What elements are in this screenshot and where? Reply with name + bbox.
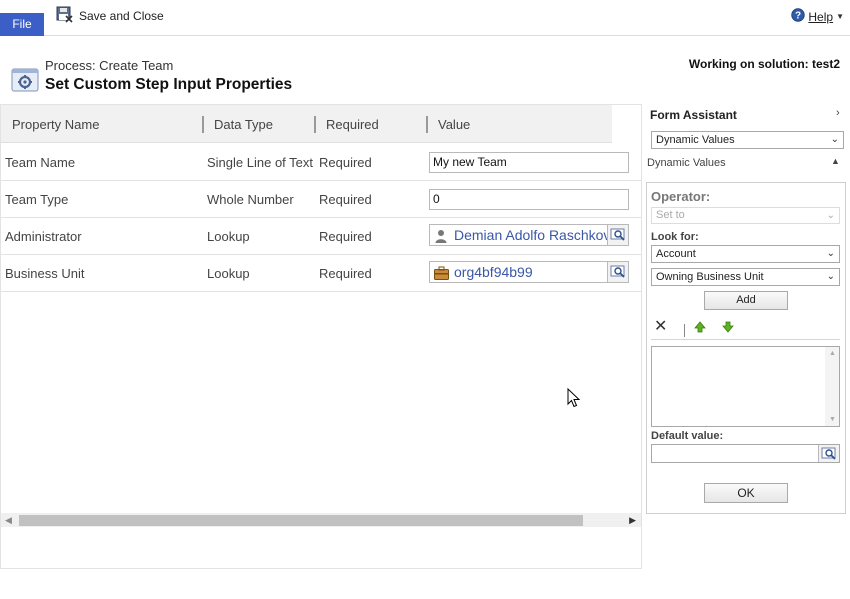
look-for-label: Look for: (651, 231, 699, 243)
form-assistant-select-value: Dynamic Values (656, 134, 735, 146)
column-header-required[interactable]: Required (326, 105, 379, 143)
scroll-down-icon[interactable]: ▼ (829, 416, 836, 423)
lookup-search-icon[interactable] (607, 262, 628, 282)
form-assistant-title: Form Assistant (650, 108, 737, 122)
attribute-select[interactable]: Owning Business Unit ⌄ (651, 268, 840, 286)
chevron-down-icon: ⌄ (830, 134, 839, 145)
table-row: Team Type Whole Number Required 0 (1, 181, 641, 218)
column-header-value[interactable]: Value (438, 105, 470, 143)
form-assistant-select[interactable]: Dynamic Values ⌄ (651, 131, 844, 149)
process-name: Process: Create Team (45, 58, 174, 73)
chevron-right-icon[interactable]: › (836, 107, 840, 119)
operator-select: Set to ⌄ (651, 207, 840, 224)
save-and-close-button[interactable]: Save and Close (56, 6, 164, 26)
help-label: Help (808, 9, 834, 24)
svg-text:?: ? (795, 11, 801, 22)
operator-select-value: Set to (656, 209, 685, 221)
scroll-right-icon[interactable]: ▶ (629, 515, 636, 526)
properties-grid: Property Name Data Type Required Value T… (0, 104, 642, 569)
vertical-scrollbar[interactable]: ▲ ▼ (825, 347, 839, 426)
business-unit-icon (434, 266, 449, 280)
column-divider[interactable] (426, 116, 428, 133)
add-button[interactable]: Add (704, 291, 788, 310)
horizontal-scrollbar[interactable]: ◀ ▶ (1, 513, 641, 527)
chevron-down-icon: ▼ (836, 12, 844, 21)
scroll-up-icon[interactable]: ▲ (829, 350, 836, 357)
look-for-select-value: Account (656, 248, 696, 260)
page-title: Set Custom Step Input Properties (45, 76, 293, 93)
toolbar-divider (684, 324, 685, 337)
mouse-cursor-icon (567, 387, 581, 411)
table-row: Team Name Single Line of Text Required M… (1, 144, 641, 181)
attribute-select-value: Owning Business Unit (656, 271, 764, 283)
required-cell: Required (319, 155, 372, 170)
save-close-label: Save and Close (79, 9, 164, 23)
data-type-cell: Lookup (207, 266, 250, 281)
save-close-icon (56, 6, 73, 26)
collapse-icon[interactable]: ▲ (831, 156, 840, 166)
lookup-search-icon[interactable] (607, 225, 628, 245)
default-value-input[interactable] (651, 444, 840, 463)
column-divider[interactable] (202, 116, 204, 133)
operator-label: Operator: (651, 189, 711, 204)
default-value-label: Default value: (651, 430, 724, 442)
delete-icon[interactable]: ✕ (654, 319, 667, 335)
help-icon: ? (791, 8, 806, 25)
property-name-cell: Business Unit (5, 266, 85, 281)
data-type-cell: Single Line of Text (207, 155, 313, 170)
dynamic-values-listbox[interactable]: ▲ ▼ (651, 346, 840, 427)
dynamic-values-section-label: Dynamic Values (647, 157, 726, 169)
scrollbar-thumb[interactable] (19, 515, 583, 526)
property-name-cell: Team Name (5, 155, 76, 170)
business-unit-lookup[interactable]: org4bf94b99 (429, 261, 629, 283)
required-cell: Required (319, 192, 372, 207)
team-type-input[interactable]: 0 (429, 189, 629, 210)
team-name-input[interactable]: My new Team (429, 152, 629, 173)
data-type-cell: Whole Number (207, 192, 294, 207)
lookup-search-icon[interactable] (818, 445, 839, 462)
table-row: Business Unit Lookup Required org4bf94b9… (1, 255, 641, 292)
grid-header: Property Name Data Type Required Value (1, 105, 612, 143)
move-down-icon[interactable] (722, 321, 734, 336)
scroll-left-icon[interactable]: ◀ (5, 515, 12, 526)
required-cell: Required (319, 266, 372, 281)
ribbon: File Save and Close ? Help ▼ (0, 0, 850, 36)
administrator-lookup[interactable]: Demian Adolfo Raschkovan (429, 224, 629, 246)
property-name-cell: Administrator (5, 229, 82, 244)
move-up-icon[interactable] (694, 321, 706, 336)
look-for-select[interactable]: Account ⌄ (651, 245, 840, 263)
user-icon (434, 229, 448, 243)
solution-label: Working on solution: test2 (688, 57, 840, 71)
column-header-property-name[interactable]: Property Name (12, 105, 99, 143)
column-divider[interactable] (314, 116, 316, 133)
process-gear-icon (11, 68, 39, 92)
help-menu[interactable]: ? Help ▼ (791, 8, 844, 25)
administrator-value-link[interactable]: Demian Adolfo Raschkovan (454, 225, 612, 245)
ok-button[interactable]: OK (704, 483, 788, 503)
property-name-cell: Team Type (5, 192, 69, 207)
table-row: Administrator Lookup Required Demian Ado… (1, 218, 641, 255)
toolbar-underline (651, 339, 840, 340)
chevron-down-icon: ⌄ (826, 271, 835, 282)
column-header-data-type[interactable]: Data Type (214, 105, 273, 143)
data-type-cell: Lookup (207, 229, 250, 244)
file-tab[interactable]: File (0, 13, 44, 36)
chevron-down-icon: ⌄ (826, 210, 835, 221)
required-cell: Required (319, 229, 372, 244)
chevron-down-icon: ⌄ (826, 248, 835, 259)
business-unit-value-link[interactable]: org4bf94b99 (454, 262, 612, 282)
